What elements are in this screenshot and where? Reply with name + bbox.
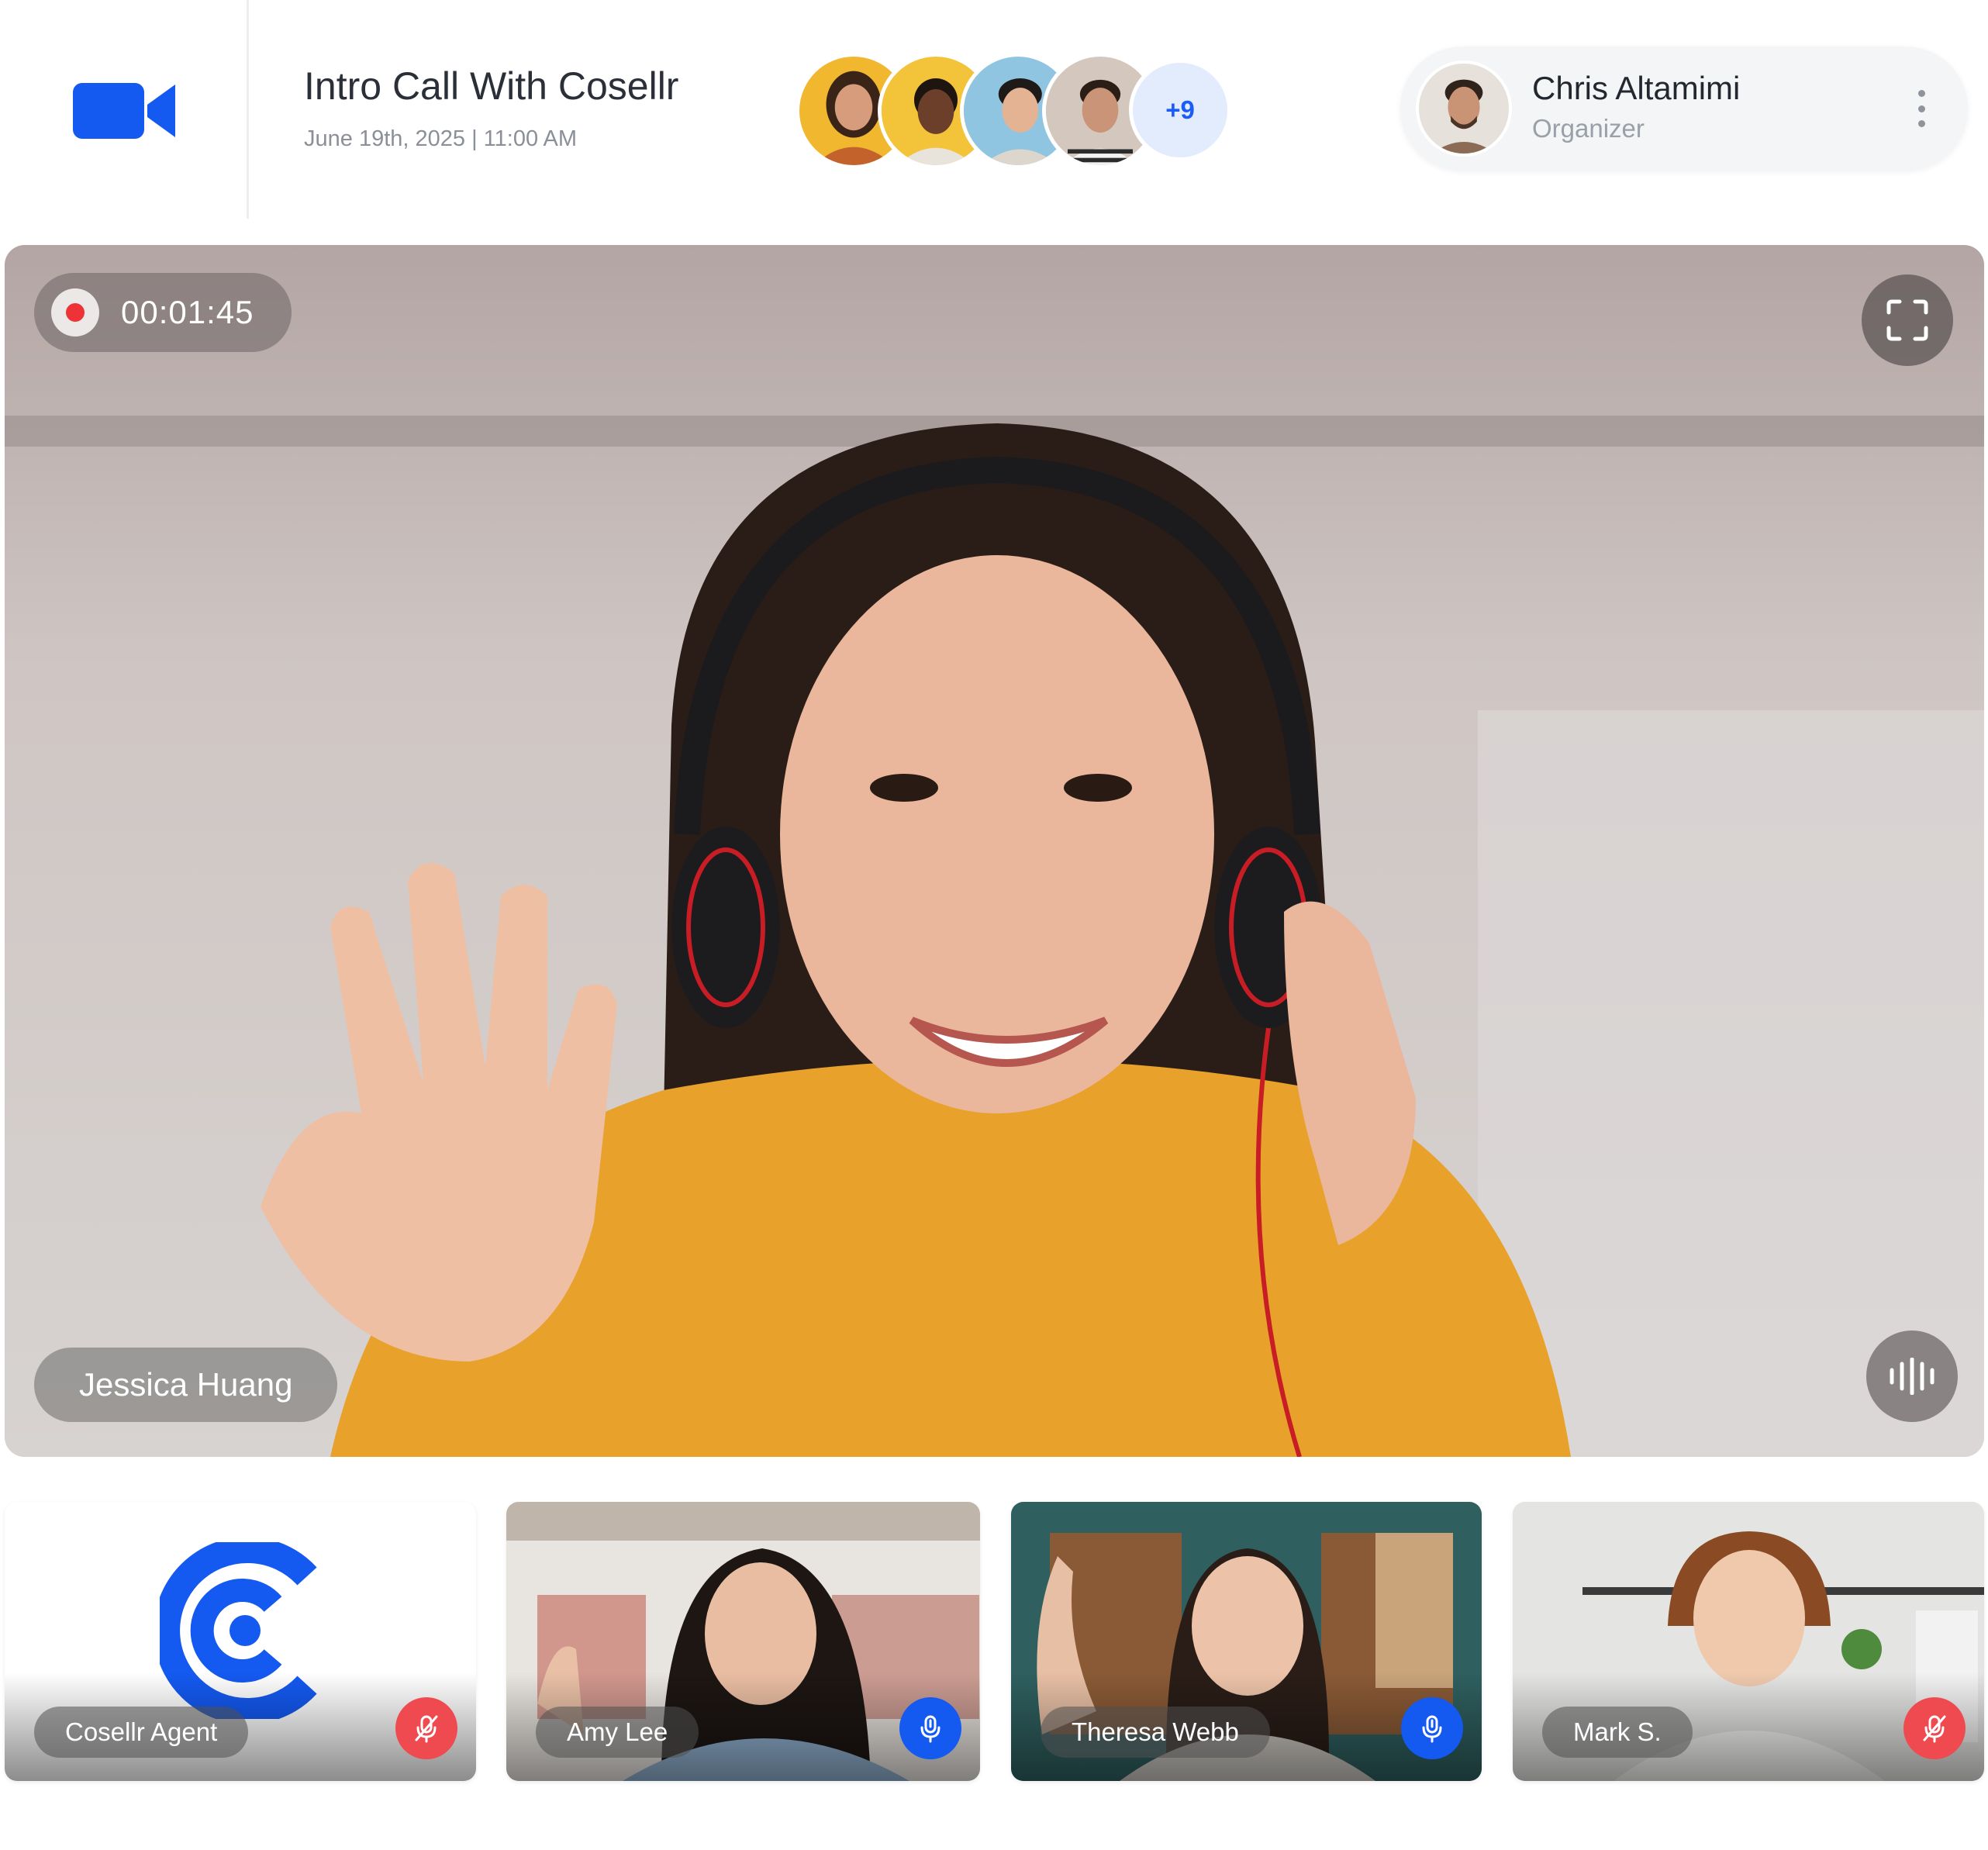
recording-time: 00:01:45 bbox=[121, 294, 254, 330]
audio-wave-icon bbox=[1890, 1358, 1935, 1395]
speaker-video-frame bbox=[5, 245, 1984, 1457]
fullscreen-button[interactable] bbox=[1862, 274, 1953, 366]
participant-avatars[interactable]: +9 bbox=[796, 53, 1231, 169]
mic-toggle-button[interactable] bbox=[395, 1697, 457, 1759]
mic-toggle-button[interactable] bbox=[1903, 1697, 1966, 1759]
mic-off-icon bbox=[415, 1715, 438, 1743]
recording-timer: 00:01:45 bbox=[34, 273, 292, 352]
mic-off-icon bbox=[1923, 1715, 1946, 1743]
mic-icon bbox=[1422, 1715, 1442, 1743]
tile-name-label: Mark S. bbox=[1542, 1707, 1693, 1758]
more-vertical-icon[interactable] bbox=[1914, 90, 1929, 127]
fullscreen-icon bbox=[1886, 299, 1928, 341]
main-video-stage[interactable]: 00:01:45 Jessica Huang bbox=[5, 245, 1984, 1457]
participant-tile-theresa-webb[interactable]: Theresa Webb bbox=[1011, 1502, 1482, 1781]
tile-name-label: Cosellr Agent bbox=[34, 1707, 249, 1758]
participant-tile-amy-lee[interactable]: Amy Lee bbox=[506, 1502, 980, 1781]
speaker-name-label: Jessica Huang bbox=[34, 1348, 338, 1422]
mic-toggle-button[interactable] bbox=[1401, 1697, 1463, 1759]
organizer-avatar bbox=[1416, 60, 1512, 157]
organizer-card[interactable]: Chris Altamimi Organizer bbox=[1400, 47, 1968, 171]
meeting-title: Intro Call With Cosellr bbox=[304, 64, 679, 108]
organizer-role: Organizer bbox=[1532, 114, 1645, 143]
record-dot-icon bbox=[51, 288, 99, 337]
more-participants-badge[interactable]: +9 bbox=[1129, 59, 1231, 161]
audio-level-button[interactable] bbox=[1866, 1331, 1958, 1422]
meeting-datetime: June 19th, 2025 | 11:00 AM bbox=[304, 126, 578, 151]
organizer-name: Chris Altamimi bbox=[1532, 70, 1741, 106]
mic-icon bbox=[920, 1715, 941, 1743]
tile-name-label: Amy Lee bbox=[536, 1707, 699, 1758]
participant-tile-cosellr-agent[interactable]: Cosellr Agent bbox=[5, 1502, 476, 1781]
header-divider bbox=[247, 0, 249, 219]
participant-tile-mark-s[interactable]: Mark S. bbox=[1513, 1502, 1984, 1781]
tile-name-label: Theresa Webb bbox=[1041, 1707, 1270, 1758]
video-camera-icon bbox=[73, 81, 175, 140]
mic-toggle-button[interactable] bbox=[899, 1697, 961, 1759]
